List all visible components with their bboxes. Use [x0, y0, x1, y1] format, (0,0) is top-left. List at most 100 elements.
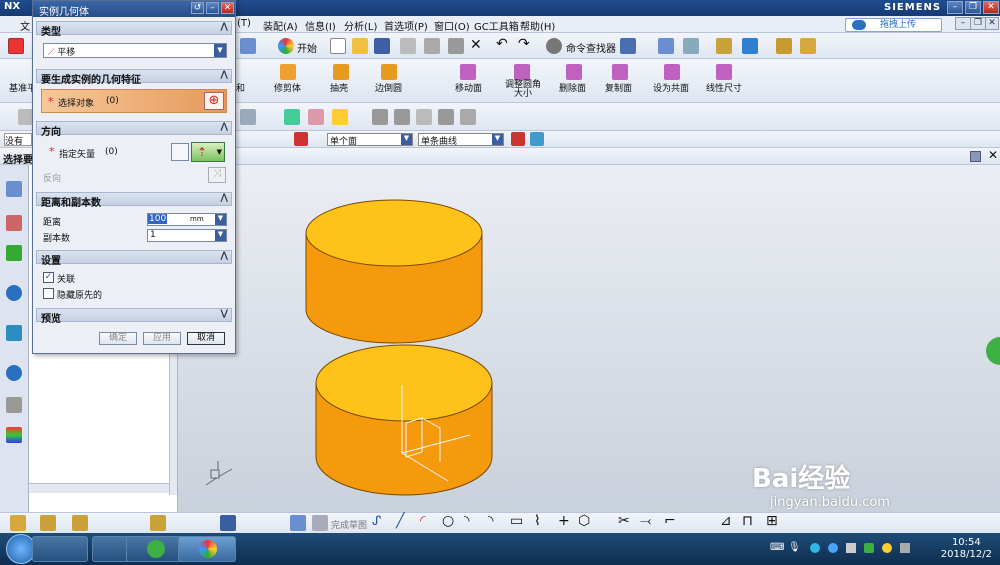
curve-rule-select[interactable]: 单条曲线 ▼	[418, 133, 504, 147]
drawing-icon[interactable]	[220, 515, 236, 531]
apply-button[interactable]: 应用	[143, 332, 181, 345]
open-folder-icon[interactable]	[352, 38, 368, 54]
type-section-header[interactable]: 类型 ⋀	[36, 21, 232, 38]
volume-icon[interactable]	[846, 543, 856, 553]
linear-dimension-label[interactable]: 线性尺寸	[706, 81, 742, 94]
resize-blend-icon[interactable]	[514, 64, 530, 80]
synchronous-icon[interactable]	[284, 109, 300, 125]
taskbar-app-nx[interactable]	[178, 536, 236, 562]
info-icon[interactable]	[620, 38, 636, 54]
start-icon[interactable]	[278, 38, 294, 54]
menu-gc-toolbox[interactable]: GC工具箱	[474, 18, 519, 33]
cut-icon[interactable]	[400, 38, 416, 54]
mate-icon[interactable]	[150, 515, 166, 531]
copies-input[interactable]: 1 ▼	[147, 229, 227, 242]
pattern-curve-icon[interactable]: ⊞	[766, 513, 778, 529]
menu-preferences[interactable]: 首选项(P)	[384, 18, 428, 33]
view-fit-icon[interactable]	[970, 151, 981, 162]
redo-icon[interactable]: ↷	[518, 36, 530, 52]
web-browser-icon[interactable]	[6, 285, 22, 301]
assembly-navigator-icon[interactable]	[6, 181, 22, 197]
trim-body-icon[interactable]	[280, 64, 296, 80]
taskbar-clock[interactable]: 10:54 2018/12/2	[941, 537, 992, 561]
component-icon[interactable]	[40, 515, 56, 531]
menu-assembly[interactable]: 装配(A)	[263, 18, 298, 33]
preview-section-header[interactable]: 预览 ⋁	[36, 308, 232, 325]
cancel-button[interactable]: 取消	[187, 332, 225, 345]
direction-section-header[interactable]: 方向 ⋀	[36, 121, 232, 138]
shell-icon[interactable]	[333, 64, 349, 80]
copy-face-label[interactable]: 复制面	[605, 81, 632, 94]
settings-section-header[interactable]: 设置 ⋀	[36, 250, 232, 267]
start-label[interactable]: 开始	[297, 40, 317, 55]
view-icon[interactable]	[742, 38, 758, 54]
dialog-close-icon[interactable]: ✕	[221, 2, 234, 14]
pattern-icon[interactable]	[308, 109, 324, 125]
profile-icon[interactable]: ᔑ	[372, 514, 381, 529]
distance-input[interactable]: 100 mm ▼	[147, 213, 227, 226]
network-icon[interactable]	[900, 543, 910, 553]
assembly-icon[interactable]	[240, 38, 256, 54]
arc-icon[interactable]: ◜	[420, 513, 425, 529]
inferred-vector-icon[interactable]: ⇡ ▼	[191, 142, 225, 162]
edge-blend-label[interactable]: 边倒圆	[375, 81, 402, 94]
cube-icon[interactable]	[530, 132, 544, 146]
triangle-icon[interactable]	[416, 109, 432, 125]
shade-icon[interactable]	[240, 109, 256, 125]
select-object-row[interactable]: * 选择对象 (0) ⊕	[41, 89, 227, 113]
minimize-button[interactable]: –	[947, 1, 963, 14]
dialog-minimize-icon[interactable]: –	[206, 2, 219, 14]
copy-icon[interactable]	[424, 38, 440, 54]
snap-point-icon[interactable]	[511, 132, 525, 146]
move-component-icon[interactable]	[72, 515, 88, 531]
corner-icon[interactable]: ⌐	[664, 513, 676, 529]
graphics-viewport[interactable]	[178, 165, 1000, 512]
chat-icon[interactable]	[810, 543, 820, 553]
make-coplanar-label[interactable]: 设为共面	[653, 81, 689, 94]
viewport-close-icon[interactable]: ✕	[988, 148, 998, 162]
doc-restore-button[interactable]: ❐	[970, 17, 986, 30]
rectangle-icon[interactable]: ▭	[510, 513, 523, 529]
lower-cylinder[interactable]	[315, 344, 493, 496]
sketch-icon[interactable]	[290, 515, 306, 531]
finish-sketch-icon[interactable]	[312, 515, 328, 531]
save-icon[interactable]	[374, 38, 390, 54]
dialog-reset-icon[interactable]: ↺	[191, 2, 204, 14]
type-filter-partial[interactable]: 没有选	[4, 133, 32, 146]
part-navigator-icon[interactable]	[6, 245, 22, 261]
offset-curve-icon[interactable]: ⊿	[720, 513, 732, 529]
close-part-icon[interactable]	[8, 38, 24, 54]
upper-cylinder[interactable]	[305, 199, 483, 344]
new-file-icon[interactable]	[330, 38, 346, 54]
crosshair-icon[interactable]: ⊕	[204, 92, 224, 110]
shell-label[interactable]: 抽壳	[330, 81, 348, 94]
roles-icon[interactable]	[6, 427, 22, 443]
taskbar-app-browser[interactable]	[126, 536, 184, 562]
plus-icon[interactable]	[882, 543, 892, 553]
chevron-down-icon[interactable]: ▼	[215, 230, 226, 241]
menu-window[interactable]: 窗口(O)	[434, 18, 470, 33]
constraint-navigator-icon[interactable]	[6, 215, 22, 231]
resize-blend-label[interactable]: 调整圆角大小	[502, 81, 544, 99]
menu-file-partial[interactable]: 文	[20, 18, 30, 33]
geometry-section-header[interactable]: 要生成实例的几何特征 ⋀	[36, 69, 232, 86]
solid-icon[interactable]	[394, 109, 410, 125]
polygon-icon[interactable]: ⬡	[578, 513, 590, 529]
doc-close-button[interactable]: ✕	[985, 17, 999, 30]
make-coplanar-icon[interactable]	[664, 64, 680, 80]
reverse-direction-icon[interactable]: ⤨	[208, 167, 226, 183]
command-finder-icon[interactable]	[546, 38, 562, 54]
clock-icon[interactable]	[6, 365, 22, 381]
offset-icon[interactable]	[332, 109, 348, 125]
delete-face-icon[interactable]	[566, 64, 582, 80]
trim-icon[interactable]: ✂	[618, 513, 630, 529]
section-icon[interactable]	[438, 109, 454, 125]
extend-icon[interactable]: ⤙	[640, 513, 651, 529]
finish-sketch-label[interactable]: 完成草图	[331, 518, 367, 531]
snap-icon[interactable]	[716, 38, 732, 54]
history-icon[interactable]	[6, 325, 22, 341]
menu-analysis[interactable]: 分析(L)	[344, 18, 377, 33]
assembly-tool-icon[interactable]	[10, 515, 26, 531]
undo-icon[interactable]: ↶	[496, 36, 508, 52]
linear-dimension-icon[interactable]	[716, 64, 732, 80]
